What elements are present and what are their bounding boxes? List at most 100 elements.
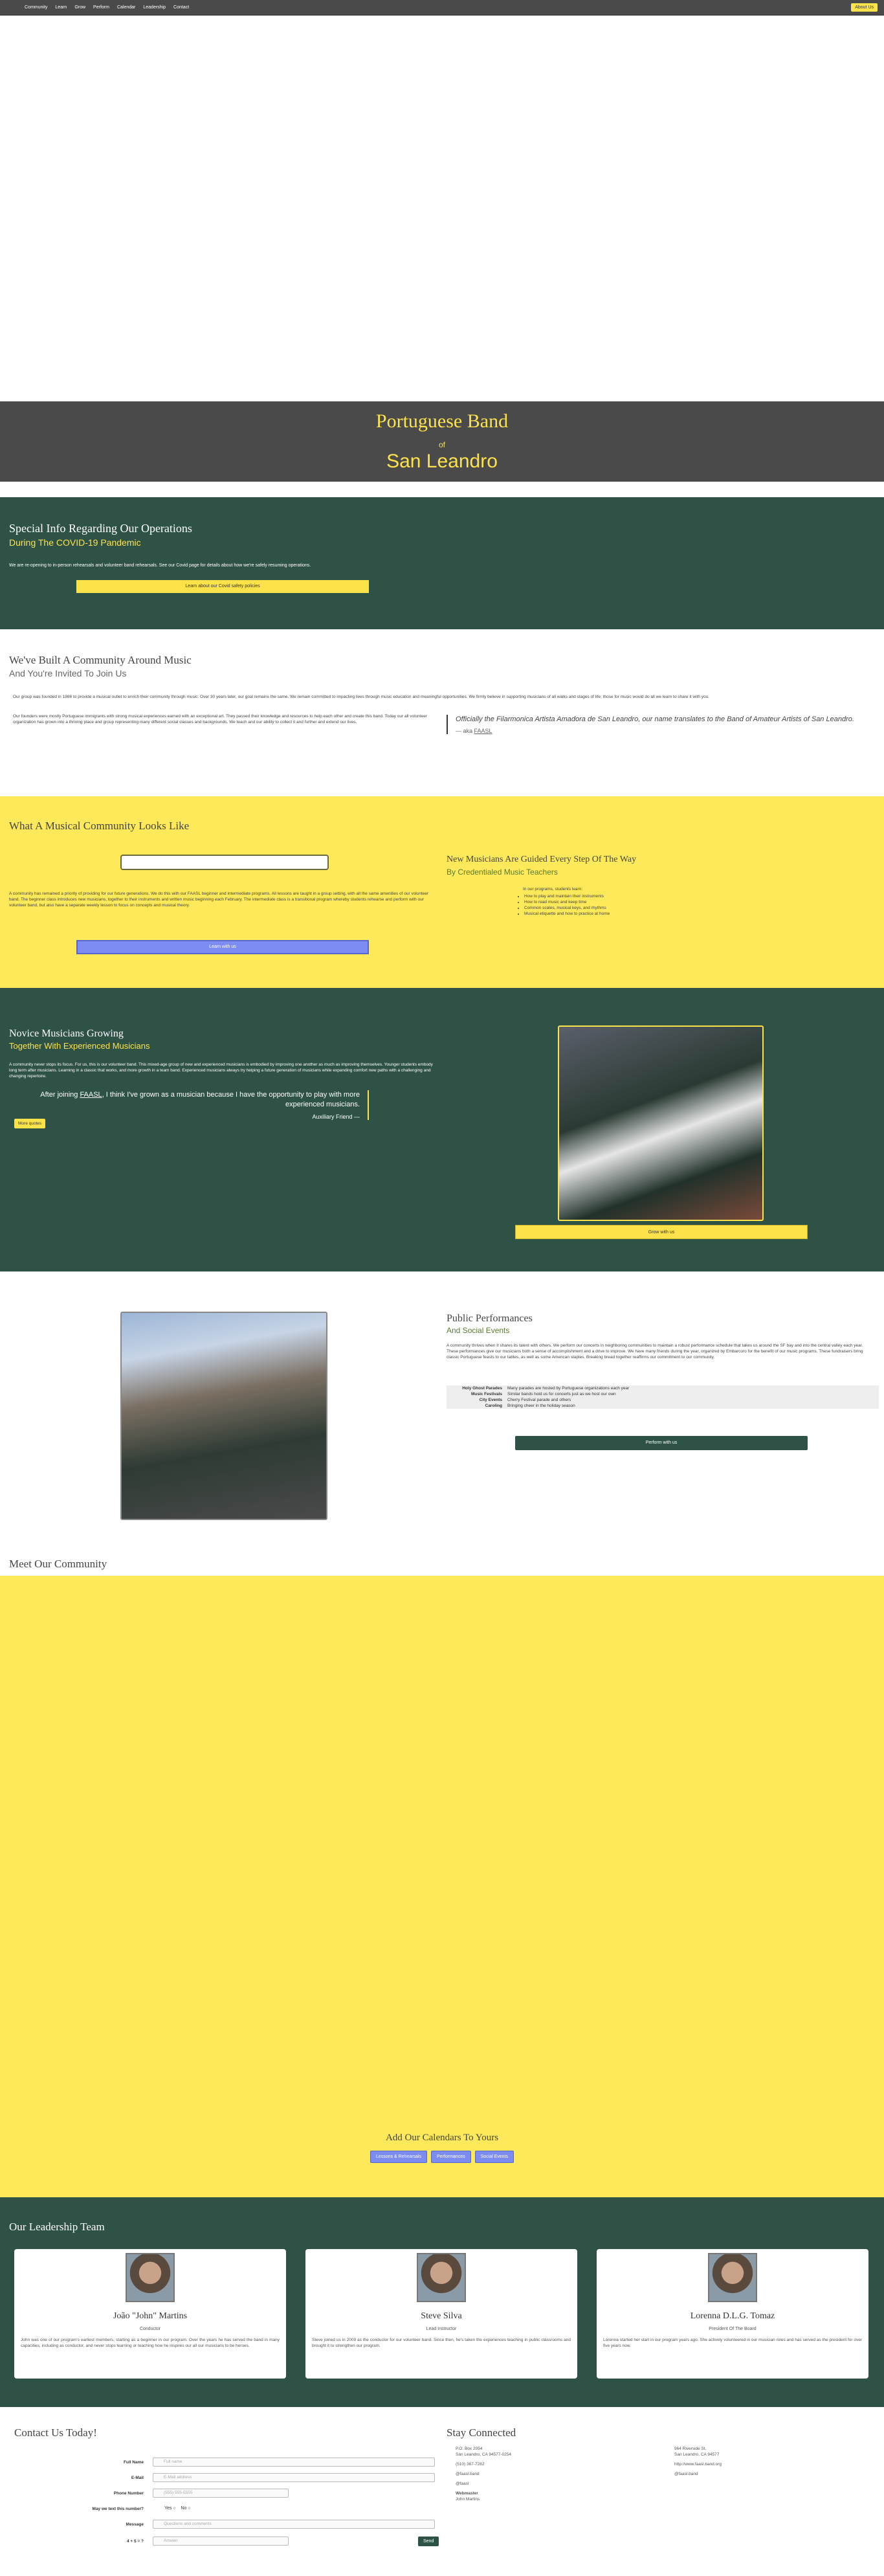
message-textarea[interactable]: Questions and comments	[153, 2520, 435, 2529]
learn-list-intro: In our programs, students learn:	[523, 887, 583, 891]
hero-image	[0, 16, 884, 401]
nav-link-grow[interactable]: Grow	[74, 5, 85, 10]
form-row: Message Questions and comments	[14, 2520, 435, 2531]
phone-label: Phone Number	[113, 2491, 144, 2496]
perform-with-us-button[interactable]: Perform with us	[515, 1436, 808, 1450]
nav-link-contact[interactable]: Contact	[173, 5, 189, 10]
top-nav: Community Learn Grow Perform Calendar Le…	[0, 0, 884, 16]
event-desc: Similar bands hold us for concerts just …	[507, 1392, 616, 1396]
event-desc: Bringing cheer in the holiday season	[507, 1404, 575, 1408]
about-us-button[interactable]: About Us	[851, 3, 878, 12]
scallop-divider	[0, 1571, 884, 1581]
facebook-link[interactable]: @faasl.band	[456, 2472, 480, 2476]
looks-like-title: What A Musical Community Looks Like	[9, 820, 190, 832]
message-label: Message	[126, 2522, 144, 2527]
nav-link-calendar[interactable]: Calendar	[117, 5, 135, 10]
leadership-section: Our Leadership Team João "John" Martins …	[0, 2197, 884, 2407]
text-permission-label: May we text this number?	[92, 2507, 144, 2511]
table-row: Caroling Bringing cheer in the holiday se…	[447, 1403, 879, 1409]
full-name-input[interactable]: Full name	[153, 2458, 435, 2467]
email-label: E-Mail	[131, 2476, 144, 2480]
radio-yes-label: Yes	[164, 2506, 172, 2511]
form-row: Phone Number (555) 555-5555	[14, 2489, 435, 2500]
learn-with-us-button[interactable]: Learn with us	[76, 940, 369, 954]
nav-link-community[interactable]: Community	[25, 5, 47, 10]
quote-rest: , I think I've grown as a musician becau…	[102, 1091, 360, 1108]
leader-card: Lorenna D.L.G. Tomaz President Of The Bo…	[597, 2249, 868, 2379]
event-desc: Many parades are hosted by Portuguese or…	[507, 1386, 630, 1391]
email-input[interactable]: E-Mail address	[153, 2473, 435, 2482]
leader-card: João "John" Martins Conductor John was o…	[14, 2249, 286, 2379]
address-line: P.O. Box 2054	[456, 2447, 483, 2451]
instagram-link[interactable]: @faasl	[456, 2481, 469, 2486]
novice-subtitle: Together With Experienced Musicians	[9, 1041, 150, 1051]
leader-name: Lorenna D.L.G. Tomaz	[690, 2311, 775, 2321]
name-quote-cite: — aka FAASL	[456, 728, 874, 734]
events-table: Holy Ghost Parades Many parades are hoste…	[447, 1385, 879, 1409]
nav-links: Community Learn Grow Perform Calendar Le…	[25, 5, 189, 10]
covid-policy-button[interactable]: Learn about our Covid safety policies	[76, 580, 369, 593]
radio-no[interactable]: ○	[188, 2506, 190, 2511]
nav-link-perform[interactable]: Perform	[93, 5, 109, 10]
social-link[interactable]: @faasl.band	[674, 2472, 698, 2476]
student-quote: After joining FAASL, I think I've grown …	[26, 1090, 369, 1120]
community-paragraph-2: Our founders were mostly Portuguese immi…	[13, 714, 428, 724]
contact-info-col-1: P.O. Box 2054 San Leandro, CA 94577-0254…	[456, 2446, 511, 2502]
name-quote-text: Officially the Filarmonica Artista Amado…	[456, 715, 854, 723]
send-button[interactable]: Send	[418, 2537, 439, 2546]
more-quotes-button[interactable]: More quotes	[14, 1119, 46, 1128]
site-title-of: of	[438, 440, 445, 449]
quote-prefix: After joining	[40, 1091, 78, 1099]
parade-photo	[120, 1312, 327, 1520]
novice-section: Novice Musicians Growing Together With E…	[0, 988, 884, 1271]
covid-text: We are re-opening to in-person rehearsal…	[9, 563, 311, 568]
performances-subtitle: And Social Events	[447, 1326, 510, 1335]
guided-title: New Musicians Are Guided Every Step Of T…	[447, 855, 637, 864]
leader-name: Steve Silva	[421, 2311, 462, 2321]
community-title: We've Built A Community Around Music	[9, 654, 192, 666]
leader-bio: Steve joined us in 2009 as the conductor…	[312, 2338, 571, 2348]
title-banner: Portuguese Band of San Leandro	[0, 401, 884, 482]
calendar-title: Add Our Calendars To Yours	[385, 2133, 499, 2143]
student-quote-cite: Auxiliary Friend —	[312, 1114, 360, 1120]
address-line: San Leandro, CA 94577	[674, 2452, 720, 2457]
covid-title: Special Info Regarding Our Operations	[9, 522, 192, 535]
form-row: 4 + 5 = ? Answer	[14, 2537, 435, 2548]
leader-role: President Of The Board	[709, 2327, 757, 2331]
stay-connected-title: Stay Connected	[447, 2426, 516, 2439]
table-row: Music Festivals Similar bands hold us for…	[447, 1391, 879, 1397]
covid-section: Special Info Regarding Our Operations Du…	[0, 497, 884, 629]
faasl-abbr: FAASL	[80, 1091, 102, 1099]
captcha-input[interactable]: Answer	[153, 2537, 289, 2546]
nav-link-learn[interactable]: Learn	[55, 5, 67, 10]
community-paragraph-1: Our group was founded in 1986 to provide…	[13, 695, 710, 699]
calendar-social-button[interactable]: Social Events	[474, 2151, 514, 2163]
video-embed-frame[interactable]	[120, 855, 329, 870]
grow-with-us-button[interactable]: Grow with us	[515, 1225, 808, 1239]
event-type: Music Festivals	[470, 1392, 502, 1396]
leader-role: Conductor	[139, 2327, 161, 2331]
calendar-performances-button[interactable]: Performances	[431, 2151, 471, 2163]
cite-prefix: — aka	[456, 728, 473, 734]
band-march-photo	[558, 1025, 764, 1221]
radio-yes[interactable]: ○	[173, 2506, 175, 2511]
contact-info-col-2: 964 Riverside St. San Leandro, CA 94577 …	[674, 2446, 722, 2477]
event-type: Caroling	[485, 1404, 502, 1408]
learn-list: How to play and maintain their instrumen…	[518, 893, 610, 917]
looks-like-section: What A Musical Community Looks Like A co…	[0, 796, 884, 988]
performances-section: Public Performances And Social Events A …	[0, 1271, 884, 1576]
nav-link-leadership[interactable]: Leadership	[143, 5, 166, 10]
leader-role: Lead Instructor	[426, 2327, 457, 2331]
guided-subtitle: By Credentialed Music Teachers	[447, 868, 558, 877]
contact-title: Contact Us Today!	[14, 2426, 97, 2439]
form-row: E-Mail E-Mail address	[14, 2473, 435, 2485]
list-item: How to read music and keep time	[524, 899, 610, 905]
phone-input[interactable]: (555) 555-5555	[153, 2489, 289, 2498]
covid-subtitle: During The COVID-19 Pandemic	[9, 537, 141, 548]
calendar-lessons-button[interactable]: Lessons & Rehearsals	[370, 2151, 428, 2163]
site-title: Portuguese Band	[375, 410, 509, 432]
website-link[interactable]: http://www.faasl.band.org	[674, 2462, 722, 2467]
